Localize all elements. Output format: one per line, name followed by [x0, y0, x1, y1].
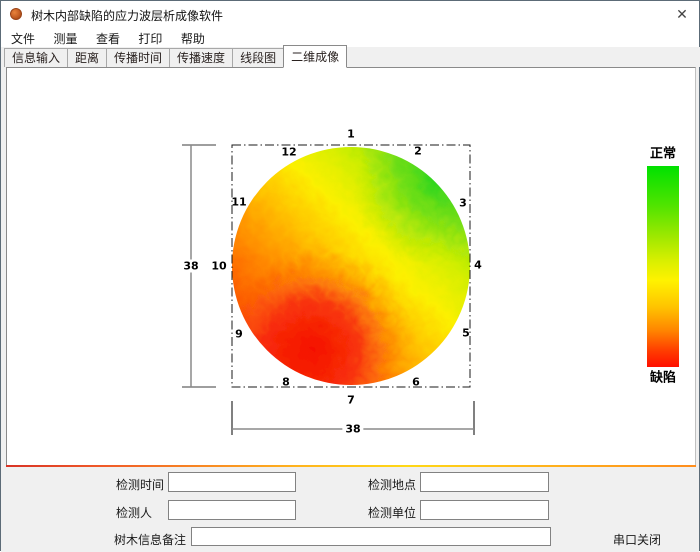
- sensor-1: 1: [347, 128, 355, 141]
- detection-place-input[interactable]: [420, 472, 549, 492]
- tab-propagation-speed[interactable]: 传播速度: [169, 48, 232, 67]
- width-dimension-label: 38: [342, 423, 363, 436]
- inspector-label: 检测人: [116, 504, 152, 521]
- tomogram-disc: [212, 127, 492, 407]
- panel-accent-line: [6, 465, 696, 467]
- sensor-2: 2: [414, 145, 422, 158]
- menu-print[interactable]: 打印: [131, 27, 169, 47]
- window-title: 树木内部缺陷的应力波层析成像软件: [31, 7, 223, 24]
- tab-2d-imaging[interactable]: 二维成像: [283, 45, 347, 68]
- detection-form: 检测时间 检测地点 检测人 检测单位 树木信息备注 串口关闭: [1, 467, 699, 552]
- close-icon[interactable]: ✕: [673, 5, 691, 23]
- sensor-8: 8: [282, 376, 290, 389]
- sensor-4: 4: [474, 259, 482, 272]
- legend-defect-label: 缺陷: [650, 367, 676, 386]
- tab-propagation-time[interactable]: 传播时间: [106, 48, 169, 67]
- app-logo-icon: [10, 8, 22, 20]
- tree-remarks-input[interactable]: [191, 527, 551, 546]
- detection-time-input[interactable]: [168, 472, 296, 492]
- sensor-7: 7: [347, 394, 355, 407]
- sensor-11: 11: [231, 196, 246, 209]
- tab-line-diagram[interactable]: 线段图: [232, 48, 283, 67]
- sensor-5: 5: [462, 327, 470, 340]
- detection-place-label: 检测地点: [368, 476, 416, 493]
- tree-remarks-label: 树木信息备注: [114, 531, 186, 548]
- menu-measure[interactable]: 测量: [46, 27, 84, 47]
- sensor-3: 3: [459, 197, 467, 210]
- sensor-6: 6: [412, 376, 420, 389]
- serial-port-status: 串口关闭: [613, 531, 661, 548]
- legend-colorbar: [647, 166, 679, 367]
- sensor-10: 10: [211, 260, 226, 273]
- menu-help[interactable]: 帮助: [174, 27, 212, 47]
- tab-distance[interactable]: 距离: [67, 48, 106, 67]
- tab-info-input[interactable]: 信息输入: [4, 48, 67, 67]
- height-dimension-label: 38: [180, 260, 201, 273]
- title-bar: 树木内部缺陷的应力波层析成像软件 ✕: [1, 1, 699, 27]
- inspector-input[interactable]: [168, 500, 296, 520]
- legend-normal-label: 正常: [650, 143, 676, 162]
- menu-file[interactable]: 文件: [4, 27, 42, 47]
- tab-strip: 信息输入 距离 传播时间 传播速度 线段图 二维成像: [1, 47, 700, 67]
- detection-unit-label: 检测单位: [368, 504, 416, 521]
- menu-bar: 文件 测量 查看 打印 帮助: [1, 27, 699, 47]
- app-window: 树木内部缺陷的应力波层析成像软件 ✕ 文件 测量 查看 打印 帮助 信息输入 距…: [0, 0, 700, 551]
- menu-view[interactable]: 查看: [89, 27, 127, 47]
- sensor-9: 9: [235, 328, 243, 341]
- imaging-panel: 1 2 3 4 5 6 7 8 9 10 11 12 38 38 正常 缺陷: [6, 67, 696, 467]
- detection-unit-input[interactable]: [420, 500, 549, 520]
- sensor-12: 12: [281, 146, 296, 159]
- detection-time-label: 检测时间: [116, 476, 164, 493]
